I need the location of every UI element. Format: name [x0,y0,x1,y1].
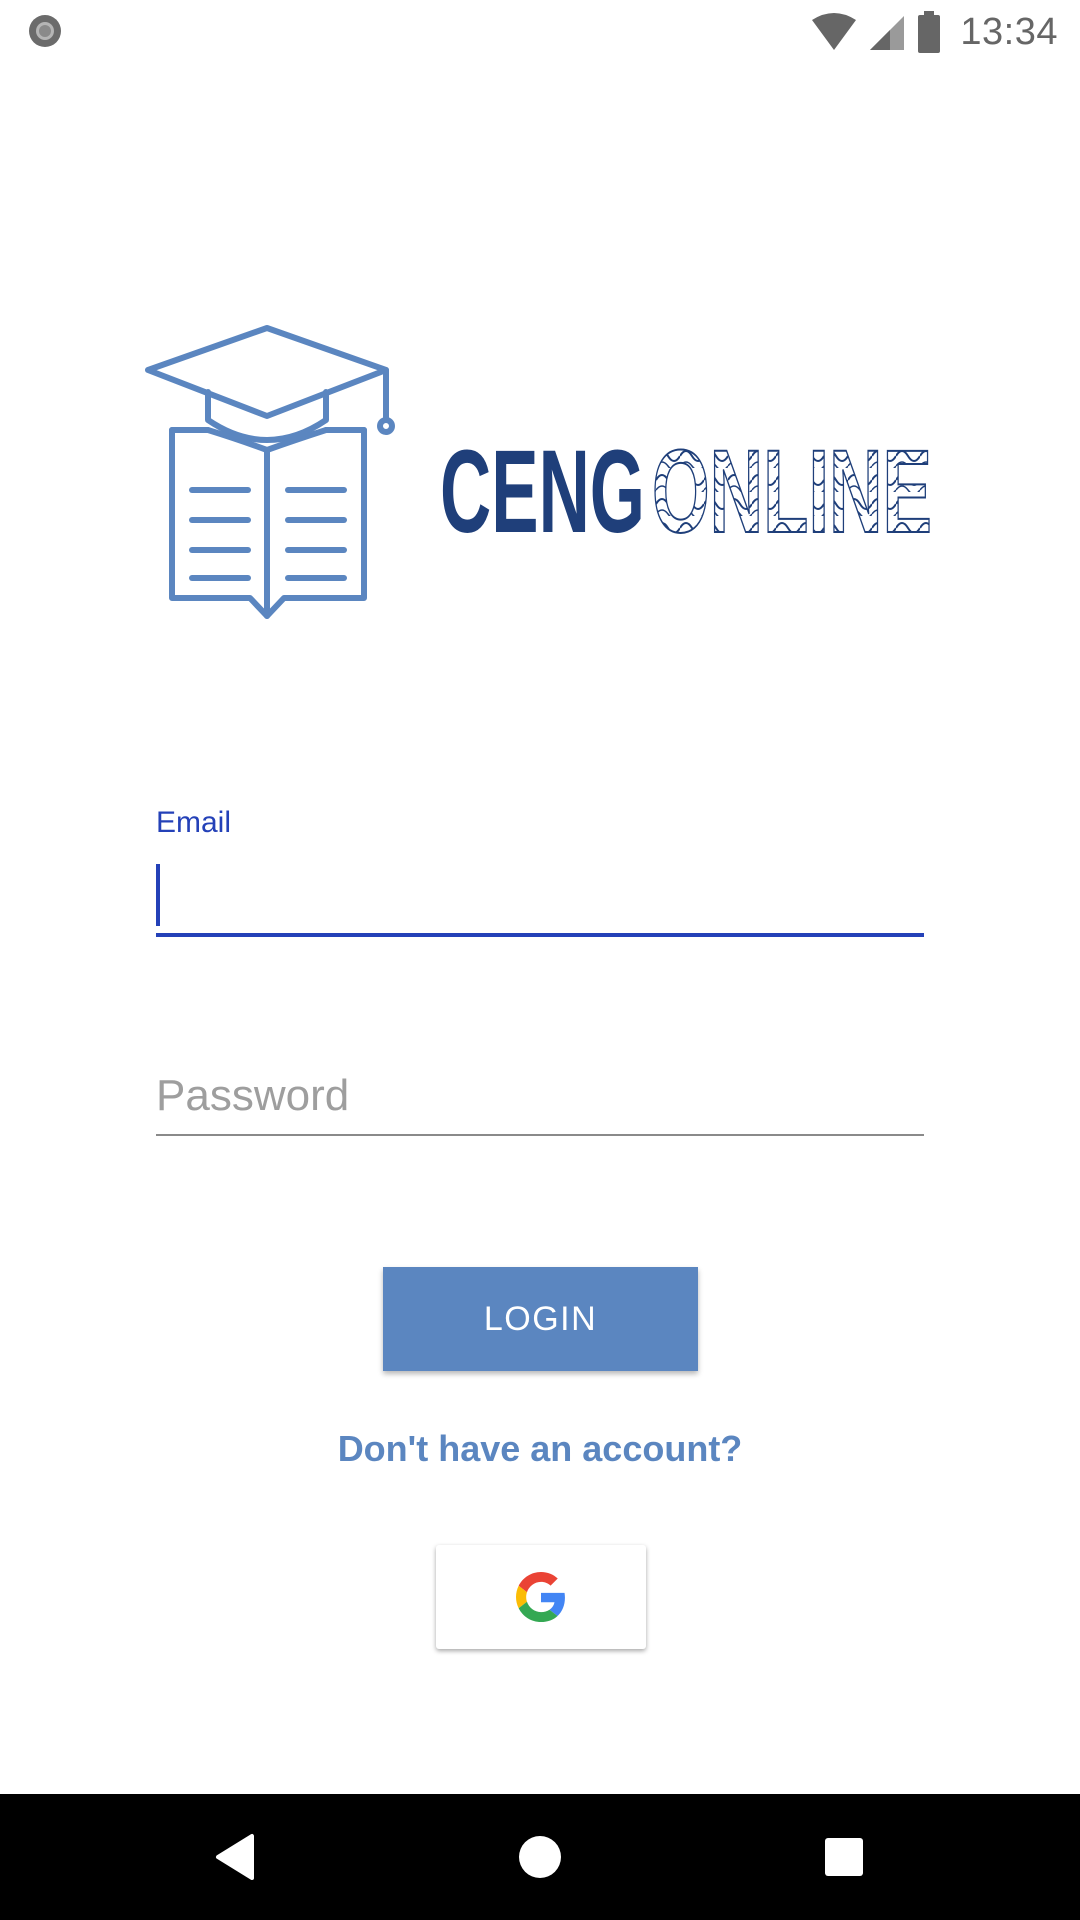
password-field-container[interactable] [156,1060,924,1132]
google-signin-button[interactable] [436,1545,646,1649]
logo-wordmark-svg: CENG ONLINE [440,425,933,559]
cell-signal-icon [870,16,905,50]
back-button[interactable] [202,1824,268,1890]
home-icon [519,1836,561,1878]
app-logo: CENG ONLINE [140,320,940,630]
notification-circle-icon [29,15,61,47]
password-underline [156,1134,924,1136]
status-icons: 13:34 [800,8,1058,56]
wifi-icon [812,13,857,50]
email-field-container[interactable] [156,860,924,936]
password-input[interactable] [156,1060,924,1132]
login-button[interactable]: LOGIN [383,1267,698,1371]
clock: 13:34 [960,10,1058,53]
email-underline [156,933,924,937]
email-input[interactable] [156,860,924,936]
logo-text-light: ONLINE [652,426,932,550]
battery-icon [918,11,941,53]
graduation-cap-book-icon [145,325,395,619]
logo-wordmark: CENG ONLINE [440,420,1080,559]
recents-button[interactable] [811,1824,877,1890]
back-icon [216,1834,254,1880]
signup-link[interactable]: Don't have an account? [0,1428,1080,1470]
navigation-bar [0,1794,1080,1920]
home-button[interactable] [507,1824,573,1890]
recents-icon [825,1838,863,1876]
logo-text-dark: CENG [440,426,645,550]
text-cursor [156,864,160,926]
status-bar: 13:34 [0,0,1080,63]
google-g-icon [516,1572,565,1622]
email-label: Email [156,806,232,839]
